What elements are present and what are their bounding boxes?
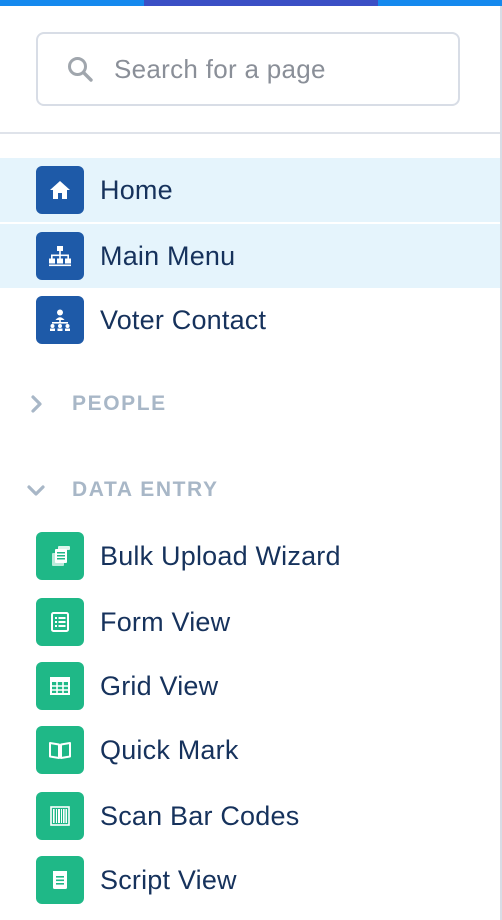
page-navigation-panel: Home Main Menu [0, 0, 502, 920]
nav-item-home[interactable]: Home [0, 158, 500, 222]
nav-item-label: Quick Mark [100, 734, 239, 765]
nav-item-label: Scan Bar Codes [100, 800, 300, 831]
nav-item-bulk-upload-wizard[interactable]: Bulk Upload Wizard [0, 524, 500, 588]
nav-item-main-menu[interactable]: Main Menu [0, 224, 500, 288]
nav-item-voter-contact[interactable]: Voter Contact [0, 288, 500, 352]
nav-item-form-view[interactable]: Form View [0, 590, 500, 654]
bulk-upload-icon [36, 532, 84, 580]
grid-icon [36, 662, 84, 710]
script-icon [36, 856, 84, 904]
hierarchy-icon [36, 232, 84, 280]
nav-item-label: Grid View [100, 670, 219, 701]
section-label: PEOPLE [72, 392, 167, 415]
nav-item-label: Home [100, 174, 173, 205]
home-icon [36, 166, 84, 214]
form-icon [36, 598, 84, 646]
nav-item-script-view[interactable]: Script View [0, 848, 500, 912]
search-icon [68, 57, 93, 82]
nav-item-scan-bar-codes[interactable]: Scan Bar Codes [0, 784, 500, 848]
top-accent-segment [378, 0, 502, 6]
team-hierarchy-icon [36, 296, 84, 344]
nav-item-label: Main Menu [100, 240, 236, 271]
search-input[interactable] [112, 52, 436, 86]
top-accent-segment [144, 0, 378, 6]
nav-item-label: Script View [100, 864, 237, 895]
chevron-down-icon [27, 485, 45, 496]
nav-item-label: Bulk Upload Wizard [100, 540, 341, 571]
nav-item-label: Voter Contact [100, 304, 267, 335]
nav-item-quick-mark[interactable]: Quick Mark [0, 718, 500, 782]
nav-item-grid-view[interactable]: Grid View [0, 654, 500, 718]
section-toggle-data-entry[interactable]: DATA ENTRY [0, 470, 500, 510]
top-accent-segment [0, 0, 144, 6]
nav-item-label: Form View [100, 606, 231, 637]
top-accent-bar [0, 0, 502, 6]
barcode-icon [36, 792, 84, 840]
chevron-right-icon [31, 395, 42, 413]
section-toggle-people[interactable]: PEOPLE [0, 384, 500, 424]
search-box[interactable] [36, 32, 460, 106]
divider [0, 132, 500, 134]
open-book-icon [36, 726, 84, 774]
section-label: DATA ENTRY [72, 478, 219, 501]
